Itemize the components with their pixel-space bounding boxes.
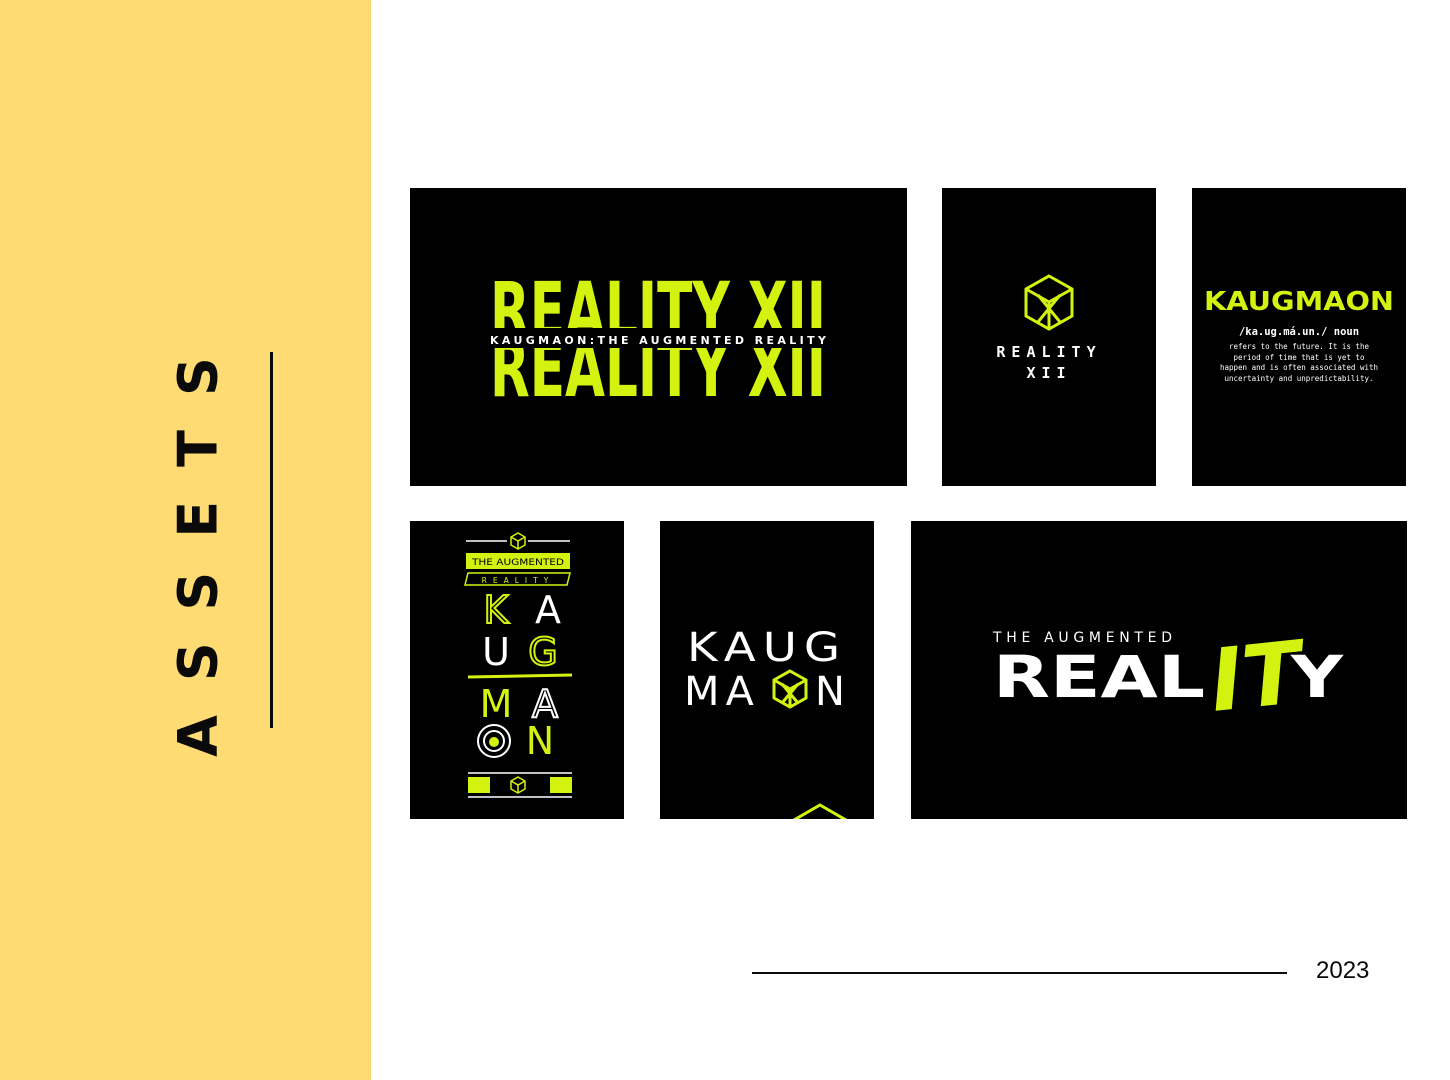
reality-logo-line2: XII	[1026, 364, 1071, 382]
assets-title: ASSETS	[166, 323, 230, 757]
hexagon-cube-icon	[792, 803, 848, 819]
definition-line: happen and is often associated with	[1220, 363, 1378, 372]
definition-line: uncertainty and unpredictability.	[1224, 374, 1373, 383]
reality-xii-banner-art: REALITY XII REALITY XII KAUGMAON:THE AUG…	[490, 267, 827, 415]
reality-xii-subtitle: KAUGMAON:THE AUGMENTED REALITY	[490, 334, 827, 347]
augmented-reality-banner-card: THE AUGMENTED REAL IT Y	[911, 521, 1407, 819]
hexagon-cube-icon	[772, 669, 808, 709]
poster-letter: U	[482, 630, 510, 674]
augmented-big-real: REAL	[993, 643, 1205, 711]
reality-xii-banner-card: REALITY XII REALITY XII KAUGMAON:THE AUG…	[410, 188, 907, 486]
reality-logo-line1: REALITY	[996, 343, 1101, 361]
definition-line: refers to the future. It is the	[1229, 342, 1369, 351]
kaugmaon-poster-card: THE AUGMENTED REALITY K A U G M A N	[410, 521, 624, 819]
hexagon-cube-icon	[510, 532, 526, 550]
kaugmaon-definition-card: KAUGMAON /ka.ug.má.un./ noun refers to t…	[1192, 188, 1406, 486]
reality-xii-logo-card: REALITY XII	[942, 188, 1156, 486]
kaugmaon-logo-line2b: N	[815, 669, 845, 715]
augmented-big-y: Y	[1290, 643, 1344, 711]
hexagon-cube-icon	[1024, 274, 1074, 331]
poster-letter: M	[480, 682, 513, 726]
poster-tag1: THE AUGMENTED	[471, 558, 564, 568]
kaugmaon-logo-line1: KAUG	[687, 625, 847, 671]
kaugmaon-logo-card: KAUG MA N	[660, 521, 874, 819]
poster-tag2: REALITY	[482, 576, 555, 585]
sidebar-divider	[270, 352, 273, 728]
definition-line: period of time that is yet to	[1234, 353, 1365, 362]
sidebar: ASSETS	[0, 0, 371, 1080]
hexagon-cube-icon	[510, 776, 526, 794]
poster-letter: A	[535, 588, 561, 632]
footer-divider	[752, 972, 1287, 974]
definition-word: KAUGMAON	[1204, 287, 1394, 317]
year-label: 2023	[1316, 957, 1370, 984]
poster-letter: N	[526, 719, 554, 763]
kaugmaon-logo-line2a: MA	[684, 669, 760, 715]
poster-letter: K	[484, 588, 510, 632]
poster-letter: G	[528, 630, 557, 674]
target-circle-icon	[477, 724, 511, 758]
definition-pronunciation: /ka.ug.má.un./ noun	[1239, 326, 1359, 338]
